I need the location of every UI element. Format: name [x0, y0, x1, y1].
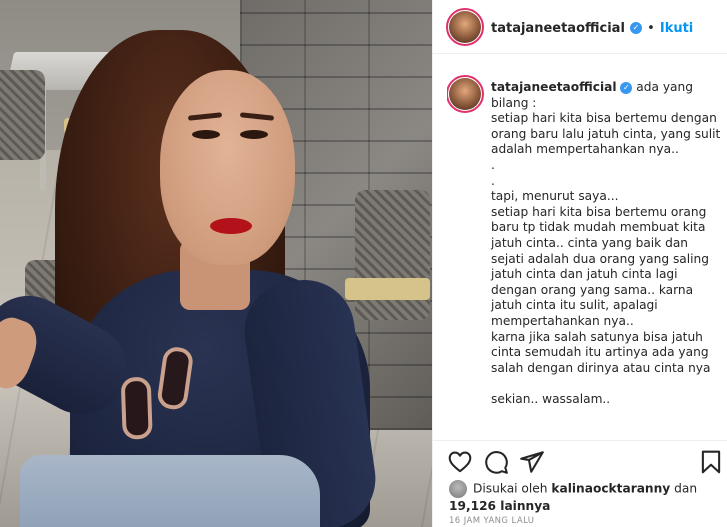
- header-meta: tatajaneetaofficial ✓ • Ikuti: [491, 17, 693, 36]
- post-photo[interactable]: [0, 0, 432, 527]
- liked-by-username[interactable]: kalinaocktaranny: [551, 482, 670, 496]
- photo-chair: [355, 190, 430, 320]
- photo-lips: [210, 218, 252, 234]
- photo-eye: [192, 130, 220, 139]
- heart-icon[interactable]: [447, 449, 473, 475]
- photo-eyebrow: [239, 112, 275, 121]
- likes-summary: Disukai oleh kalinaocktaranny dan 19,126…: [449, 480, 719, 514]
- post-header: tatajaneetaofficial ✓ • Ikuti: [433, 0, 727, 54]
- photo-cushion: [345, 278, 430, 300]
- likes-count[interactable]: 19,126 lainnya: [449, 499, 550, 513]
- author-avatar[interactable]: [446, 8, 484, 46]
- comments-scroll-area[interactable]: tatajaneetaofficial ✓ ada yang bilang : …: [447, 74, 722, 444]
- photo-eye: [240, 130, 268, 139]
- photo-lens: [120, 376, 153, 440]
- likes-prefix: Disukai oleh: [473, 481, 552, 496]
- action-bar: [433, 440, 727, 480]
- caption-author-avatar[interactable]: [447, 75, 484, 113]
- caption-body: ada yang bilang : setiap hari kita bisa …: [491, 80, 721, 406]
- author-username[interactable]: tatajaneetaofficial: [491, 21, 625, 36]
- share-icon[interactable]: [519, 449, 545, 475]
- photo-lens: [156, 345, 195, 412]
- photo-jeans: [20, 455, 320, 527]
- verified-badge-icon: ✓: [620, 81, 633, 94]
- header-separator: •: [647, 21, 655, 36]
- liker-avatar[interactable]: [449, 480, 467, 498]
- bookmark-icon[interactable]: [698, 449, 724, 475]
- likes-middle: dan: [670, 481, 698, 496]
- caption: tatajaneetaofficial ✓ ada yang bilang : …: [491, 80, 722, 407]
- verified-badge-icon: ✓: [630, 21, 642, 34]
- photo-chair: [0, 70, 45, 160]
- caption-author-username[interactable]: tatajaneetaofficial: [491, 80, 617, 94]
- comment-icon[interactable]: [483, 449, 509, 475]
- photo-face: [160, 70, 295, 265]
- follow-button[interactable]: Ikuti: [660, 21, 693, 36]
- photo-eyebrow: [187, 112, 223, 121]
- post-timestamp[interactable]: 16 JAM YANG LALU: [449, 516, 534, 526]
- post-sidebar: tatajaneetaofficial ✓ • Ikuti tatajaneet…: [432, 0, 727, 527]
